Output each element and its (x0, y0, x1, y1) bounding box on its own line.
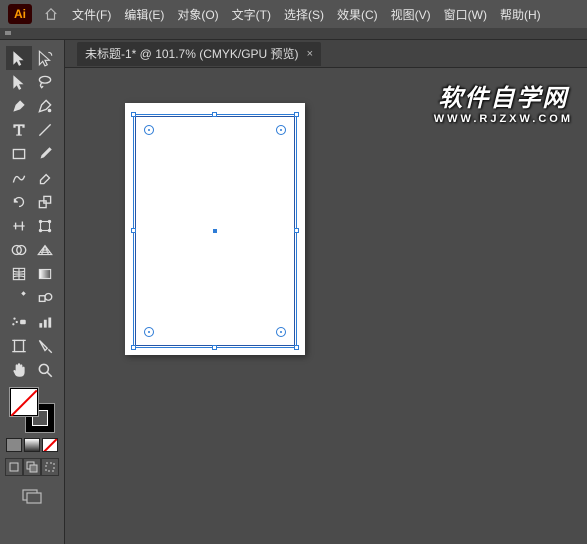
magic-wand-tool[interactable] (6, 70, 32, 94)
selection-tool[interactable] (6, 46, 32, 70)
tab-label: 未标题-1* @ 101.7% (CMYK/GPU 预览) (85, 45, 299, 62)
toolbar (0, 40, 65, 544)
workspace: 未标题-1* @ 101.7% (CMYK/GPU 预览) × (0, 40, 587, 544)
menu-help[interactable]: 帮助(H) (500, 6, 541, 23)
handle-mr[interactable] (294, 228, 299, 233)
handle-br[interactable] (294, 345, 299, 350)
draw-normal[interactable] (5, 458, 23, 476)
menu-select[interactable]: 选择(S) (284, 6, 324, 23)
canvas-area: 未标题-1* @ 101.7% (CMYK/GPU 预览) × (65, 40, 587, 544)
document-viewport[interactable]: 软件自学网 WWW.RJZXW.COM (65, 68, 587, 544)
control-bar-collapsed[interactable] (0, 28, 587, 40)
symbol-sprayer-tool[interactable] (6, 310, 32, 334)
watermark-sub: WWW.RJZXW.COM (434, 113, 573, 125)
handle-bl[interactable] (131, 345, 136, 350)
free-transform-tool[interactable] (32, 214, 58, 238)
tab-close-icon[interactable]: × (307, 48, 313, 60)
menu-bar: Ai 文件(F) 编辑(E) 对象(O) 文字(T) 选择(S) 效果(C) 视… (0, 0, 587, 28)
color-mode-solid[interactable] (6, 438, 22, 452)
gradient-tool[interactable] (32, 262, 58, 286)
handle-tl[interactable] (131, 112, 136, 117)
home-icon[interactable] (44, 7, 58, 21)
menu-object[interactable]: 对象(O) (177, 6, 218, 23)
slice-tool[interactable] (32, 334, 58, 358)
pen-tool[interactable] (6, 94, 32, 118)
menu-window[interactable]: 窗口(W) (444, 6, 487, 23)
menu-effect[interactable]: 效果(C) (337, 6, 378, 23)
line-segment-tool[interactable] (32, 118, 58, 142)
handle-bm[interactable] (212, 345, 217, 350)
draw-behind[interactable] (23, 458, 41, 476)
watermark-main: 软件自学网 (434, 78, 573, 113)
menu-edit[interactable]: 编辑(E) (124, 6, 164, 23)
screen-mode-icon[interactable] (17, 486, 47, 506)
width-tool[interactable] (6, 214, 32, 238)
curvature-tool[interactable] (32, 94, 58, 118)
lasso-tool[interactable] (32, 70, 58, 94)
document-tab[interactable]: 未标题-1* @ 101.7% (CMYK/GPU 预览) × (77, 42, 321, 66)
paintbrush-tool[interactable] (32, 142, 58, 166)
app-logo: Ai (8, 4, 32, 24)
watermark: 软件自学网 WWW.RJZXW.COM (434, 78, 573, 125)
handle-tm[interactable] (212, 112, 217, 117)
center-point[interactable] (213, 229, 217, 233)
color-mode-none[interactable] (42, 438, 58, 452)
menu-type[interactable]: 文字(T) (232, 6, 271, 23)
menu-view[interactable]: 视图(V) (391, 6, 431, 23)
column-graph-tool[interactable] (32, 310, 58, 334)
scale-tool[interactable] (32, 190, 58, 214)
draw-mode-row (5, 458, 59, 476)
eyedropper-tool[interactable] (6, 286, 32, 310)
shape-builder-tool[interactable] (6, 238, 32, 262)
artboard-tool[interactable] (6, 334, 32, 358)
rotate-tool[interactable] (6, 190, 32, 214)
perspective-grid-tool[interactable] (32, 238, 58, 262)
direct-selection-tool[interactable] (32, 46, 58, 70)
color-mode-gradient[interactable] (24, 438, 40, 452)
draw-inside[interactable] (41, 458, 59, 476)
mesh-tool[interactable] (6, 262, 32, 286)
zoom-tool[interactable] (32, 358, 58, 382)
bounding-box (133, 114, 297, 348)
blend-tool[interactable] (32, 286, 58, 310)
tool-grid (0, 46, 64, 382)
rectangle-tool[interactable] (6, 142, 32, 166)
menu-file[interactable]: 文件(F) (72, 6, 111, 23)
type-tool[interactable] (6, 118, 32, 142)
hand-tool[interactable] (6, 358, 32, 382)
fill-color[interactable] (10, 388, 38, 416)
fill-stroke-indicator[interactable] (10, 388, 54, 432)
shaper-tool[interactable] (6, 166, 32, 190)
color-section (0, 388, 64, 506)
handle-ml[interactable] (131, 228, 136, 233)
document-tabbar: 未标题-1* @ 101.7% (CMYK/GPU 预览) × (65, 40, 587, 68)
handle-tr[interactable] (294, 112, 299, 117)
eraser-tool[interactable] (32, 166, 58, 190)
color-mode-row (6, 438, 58, 452)
